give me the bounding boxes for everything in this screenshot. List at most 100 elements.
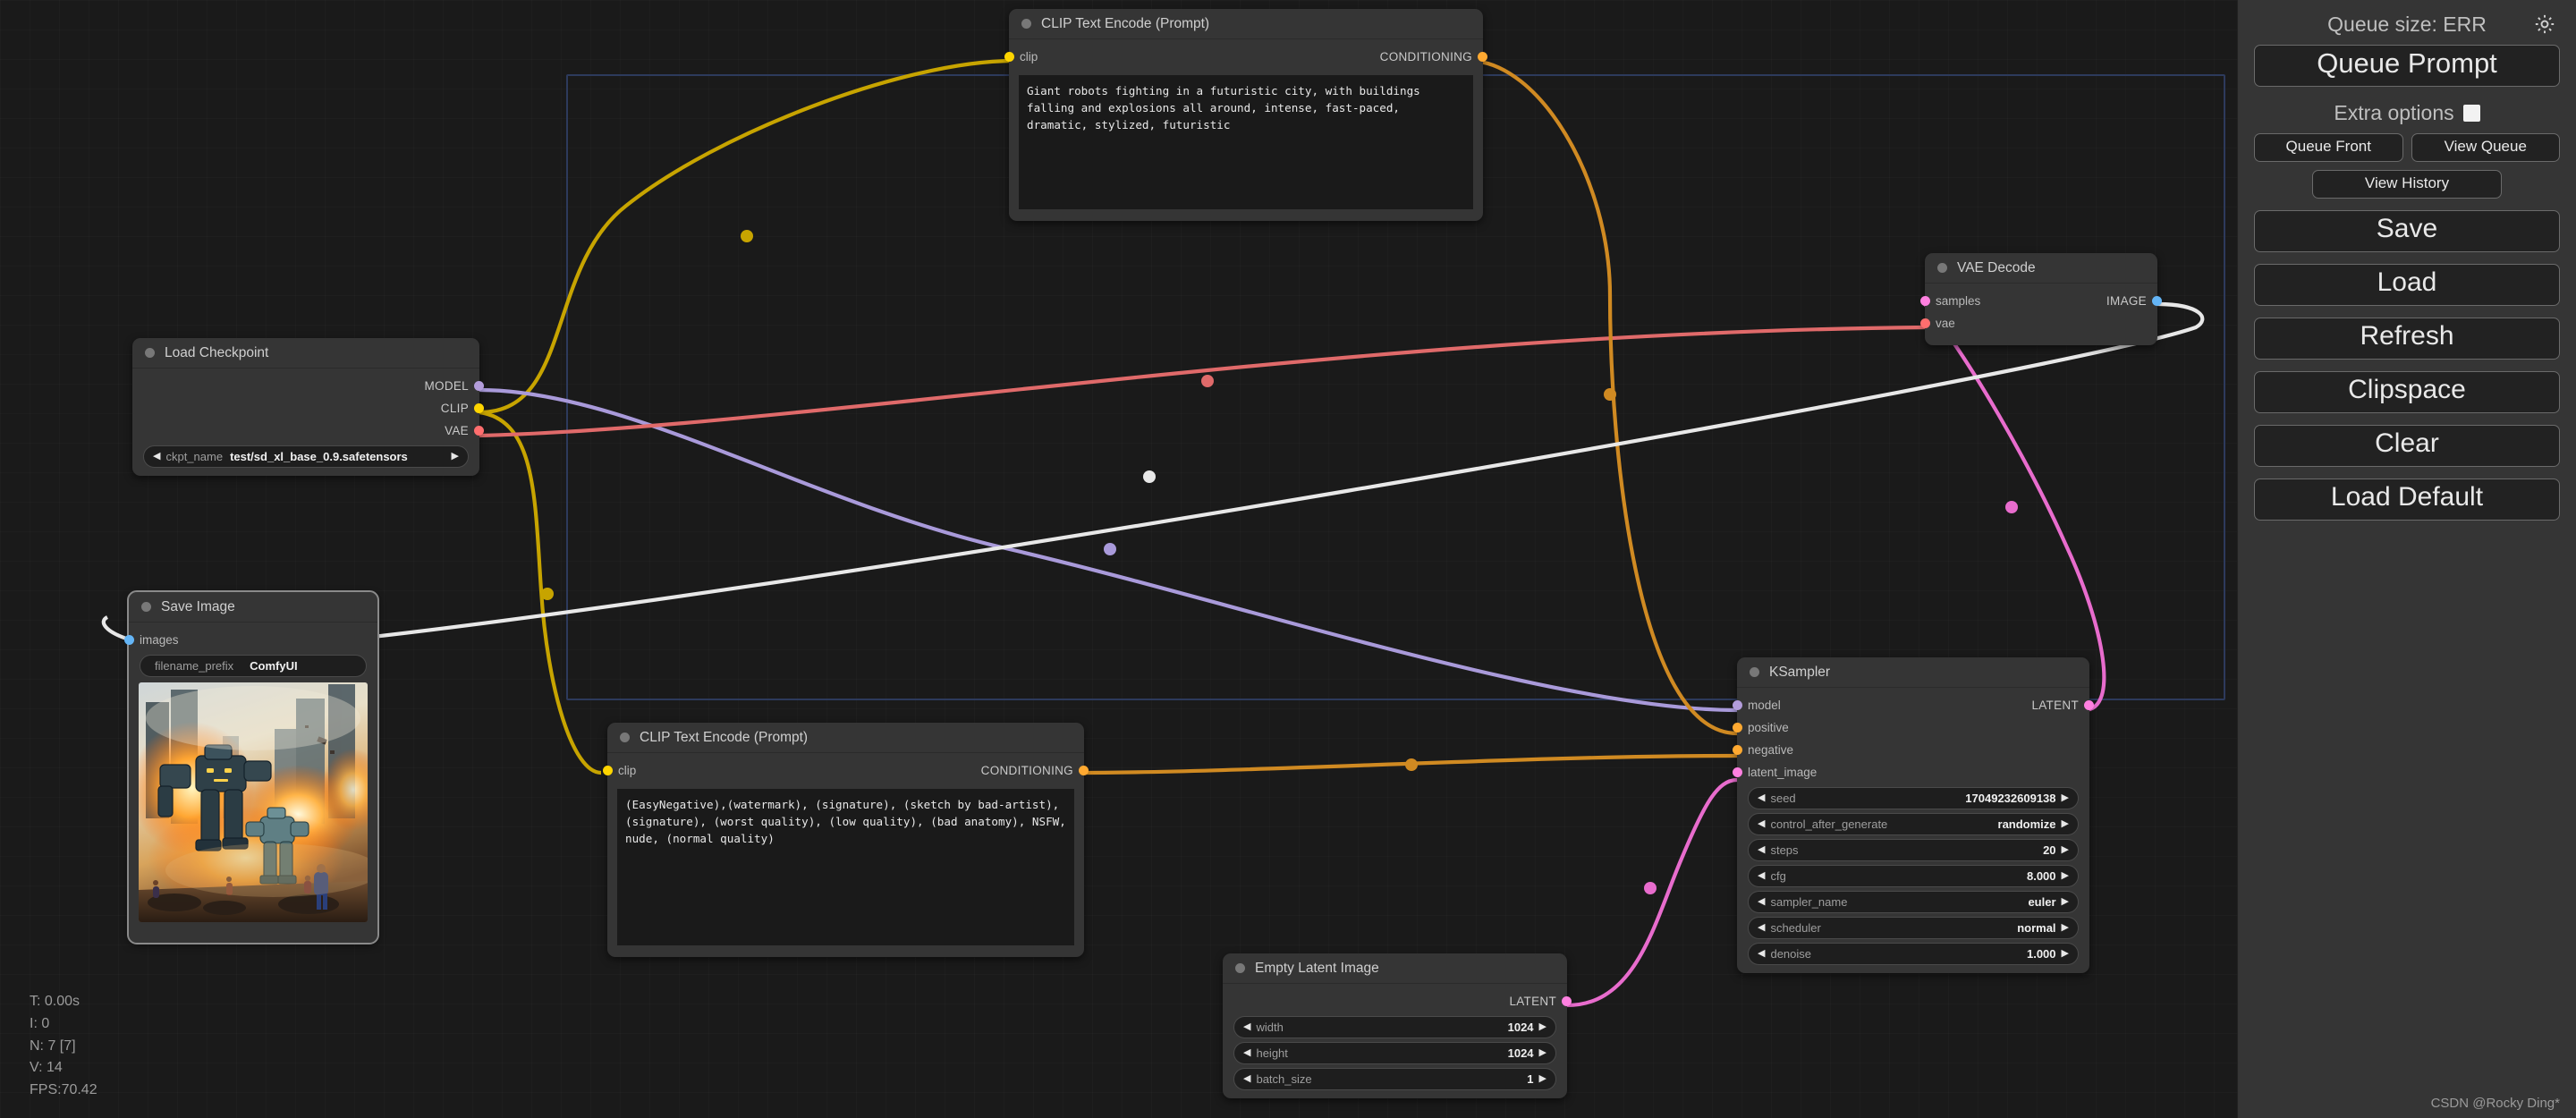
vae-port-dot-icon[interactable] [474, 426, 484, 436]
increment-arrow-icon[interactable]: ▶ [2062, 819, 2069, 829]
conditioning-port-dot-icon[interactable] [1079, 766, 1089, 775]
input-slot-latent-image[interactable]: latent_image [1733, 761, 2089, 783]
clear-button[interactable]: Clear [2254, 425, 2560, 467]
image-port-dot-icon[interactable] [2152, 296, 2162, 306]
node-title-bar[interactable]: Save Image [129, 592, 377, 623]
clip-port-dot-icon[interactable] [603, 766, 613, 775]
conditioning-port-dot-icon[interactable] [1733, 723, 1742, 733]
widget-width[interactable]: ◀ width 1024 ▶ [1233, 1016, 1556, 1038]
input-slot-vae[interactable]: vae [1920, 312, 2157, 335]
node-title-bar[interactable]: Empty Latent Image [1223, 953, 1567, 984]
queue-front-button[interactable]: Queue Front [2254, 133, 2403, 162]
output-slot-model[interactable]: MODEL [132, 375, 484, 397]
model-port-dot-icon[interactable] [474, 381, 484, 391]
widget-filename-prefix[interactable]: filename_prefix ComfyUI [140, 655, 367, 677]
decrement-arrow-icon[interactable]: ◀ [1243, 1022, 1250, 1032]
widget-batch-size[interactable]: ◀ batch_size 1 ▶ [1233, 1068, 1556, 1090]
node-title-bar[interactable]: VAE Decode [1925, 253, 2157, 284]
output-slot-latent[interactable]: LATENT [1223, 990, 1572, 1012]
latent-port-dot-icon[interactable] [2084, 700, 2094, 710]
node-title-bar[interactable]: CLIP Text Encode (Prompt) [1009, 9, 1483, 39]
clip-port-dot-icon[interactable] [474, 403, 484, 413]
output-slot-clip[interactable]: CLIP [132, 397, 484, 419]
collapse-dot-icon[interactable] [1021, 19, 1031, 29]
node-save-image[interactable]: Save Image images filename_prefix ComfyU… [124, 590, 379, 944]
model-port-dot-icon[interactable] [1733, 700, 1742, 710]
node-title-bar[interactable]: KSampler [1737, 657, 2089, 688]
refresh-button[interactable]: Refresh [2254, 318, 2560, 360]
node-vae-decode[interactable]: VAE Decode samples IMAGE vae [1920, 253, 2162, 345]
collapse-dot-icon[interactable] [1937, 263, 1947, 273]
input-slot-samples[interactable]: samples IMAGE [1920, 290, 2162, 312]
collapse-dot-icon[interactable] [1235, 963, 1245, 973]
increment-arrow-icon[interactable]: ▶ [2062, 923, 2069, 933]
increment-arrow-icon[interactable]: ▶ [1539, 1048, 1546, 1058]
prompt-textarea-negative[interactable]: (EasyNegative),(watermark), (signature),… [617, 789, 1074, 945]
node-ksampler[interactable]: KSampler model LATENT positive negative … [1733, 657, 2094, 973]
node-empty-latent-image[interactable]: Empty Latent Image LATENT ◀ width 1024 ▶ [1223, 953, 1572, 1098]
view-queue-button[interactable]: View Queue [2411, 133, 2560, 162]
widget-denoise[interactable]: ◀ denoise 1.000 ▶ [1748, 943, 2079, 965]
save-button[interactable]: Save [2254, 210, 2560, 252]
increment-arrow-icon[interactable]: ▶ [2062, 793, 2069, 803]
increment-arrow-icon[interactable]: ▶ [2062, 897, 2069, 907]
increment-arrow-icon[interactable]: ▶ [2062, 949, 2069, 959]
vae-port-dot-icon[interactable] [1920, 318, 1930, 328]
collapse-dot-icon[interactable] [1750, 667, 1759, 677]
increment-arrow-icon[interactable]: ▶ [1539, 1022, 1546, 1032]
load-default-button[interactable]: Load Default [2254, 479, 2560, 521]
input-slot-positive[interactable]: positive [1733, 716, 2089, 739]
widget-steps[interactable]: ◀ steps 20 ▶ [1748, 839, 2079, 861]
decrement-arrow-icon[interactable]: ◀ [1758, 871, 1765, 881]
latent-port-dot-icon[interactable] [1733, 767, 1742, 777]
image-port-dot-icon[interactable] [124, 635, 134, 645]
decrement-arrow-icon[interactable]: ◀ [1243, 1048, 1250, 1058]
output-slot-vae[interactable]: VAE [132, 419, 484, 442]
decrement-arrow-icon[interactable]: ◀ [1758, 819, 1765, 829]
node-title-bar[interactable]: CLIP Text Encode (Prompt) [607, 723, 1084, 753]
extra-options-checkbox[interactable] [2462, 105, 2480, 122]
conditioning-port-dot-icon[interactable] [1733, 745, 1742, 755]
input-slot-model[interactable]: model LATENT [1733, 694, 2094, 716]
collapse-dot-icon[interactable] [141, 602, 151, 612]
decrement-arrow-icon[interactable]: ◀ [1758, 897, 1765, 907]
prompt-textarea-positive[interactable]: Giant robots fighting in a futuristic ci… [1019, 75, 1473, 209]
decrement-arrow-icon[interactable]: ◀ [1243, 1074, 1250, 1084]
decrement-arrow-icon[interactable]: ◀ [1758, 923, 1765, 933]
node-title-bar[interactable]: Load Checkpoint [132, 338, 479, 368]
increment-arrow-icon[interactable]: ▶ [452, 452, 459, 462]
increment-arrow-icon[interactable]: ▶ [1539, 1074, 1546, 1084]
extra-options-row[interactable]: Extra options [2254, 101, 2560, 125]
queue-prompt-button[interactable]: Queue Prompt [2254, 45, 2560, 87]
decrement-arrow-icon[interactable]: ◀ [1758, 793, 1765, 803]
image-preview[interactable] [139, 682, 368, 922]
gear-icon[interactable] [2533, 13, 2556, 36]
widget-control-after-generate[interactable]: ◀ control_after_generate randomize ▶ [1748, 813, 2079, 835]
latent-port-dot-icon[interactable] [1562, 996, 1572, 1006]
widget-seed[interactable]: ◀ seed 17049232609138 ▶ [1748, 787, 2079, 809]
clip-port-dot-icon[interactable] [1004, 52, 1014, 62]
collapse-dot-icon[interactable] [145, 348, 155, 358]
latent-port-dot-icon[interactable] [1920, 296, 1930, 306]
widget-sampler-name[interactable]: ◀ sampler_name euler ▶ [1748, 891, 2079, 913]
widget-height[interactable]: ◀ height 1024 ▶ [1233, 1042, 1556, 1064]
slot-label: CONDITIONING [1379, 50, 1472, 64]
increment-arrow-icon[interactable]: ▶ [2062, 845, 2069, 855]
decrement-arrow-icon[interactable]: ◀ [1758, 845, 1765, 855]
view-history-button[interactable]: View History [2311, 170, 2503, 199]
decrement-arrow-icon[interactable]: ◀ [153, 452, 160, 462]
collapse-dot-icon[interactable] [620, 733, 630, 742]
widget-scheduler[interactable]: ◀ scheduler normal ▶ [1748, 917, 2079, 939]
workflow-canvas[interactable]: Load Checkpoint MODEL CLIP VAE ◀ ckpt_na… [0, 0, 2237, 1118]
decrement-arrow-icon[interactable]: ◀ [1758, 949, 1765, 959]
widget-ckpt-name[interactable]: ◀ ckpt_name test/sd_xl_base_0.9.safetens… [143, 445, 469, 468]
clipspace-button[interactable]: Clipspace [2254, 371, 2560, 413]
increment-arrow-icon[interactable]: ▶ [2062, 871, 2069, 881]
widget-cfg[interactable]: ◀ cfg 8.000 ▶ [1748, 865, 2079, 887]
input-slot-negative[interactable]: negative [1733, 739, 2089, 761]
node-clip-text-encode-negative[interactable]: CLIP Text Encode (Prompt) clip CONDITION… [603, 723, 1089, 957]
load-button[interactable]: Load [2254, 264, 2560, 306]
conditioning-port-dot-icon[interactable] [1478, 52, 1487, 62]
node-load-checkpoint[interactable]: Load Checkpoint MODEL CLIP VAE ◀ ckpt_na… [132, 338, 484, 476]
node-clip-text-encode-positive[interactable]: CLIP Text Encode (Prompt) clip CONDITION… [1004, 9, 1487, 221]
